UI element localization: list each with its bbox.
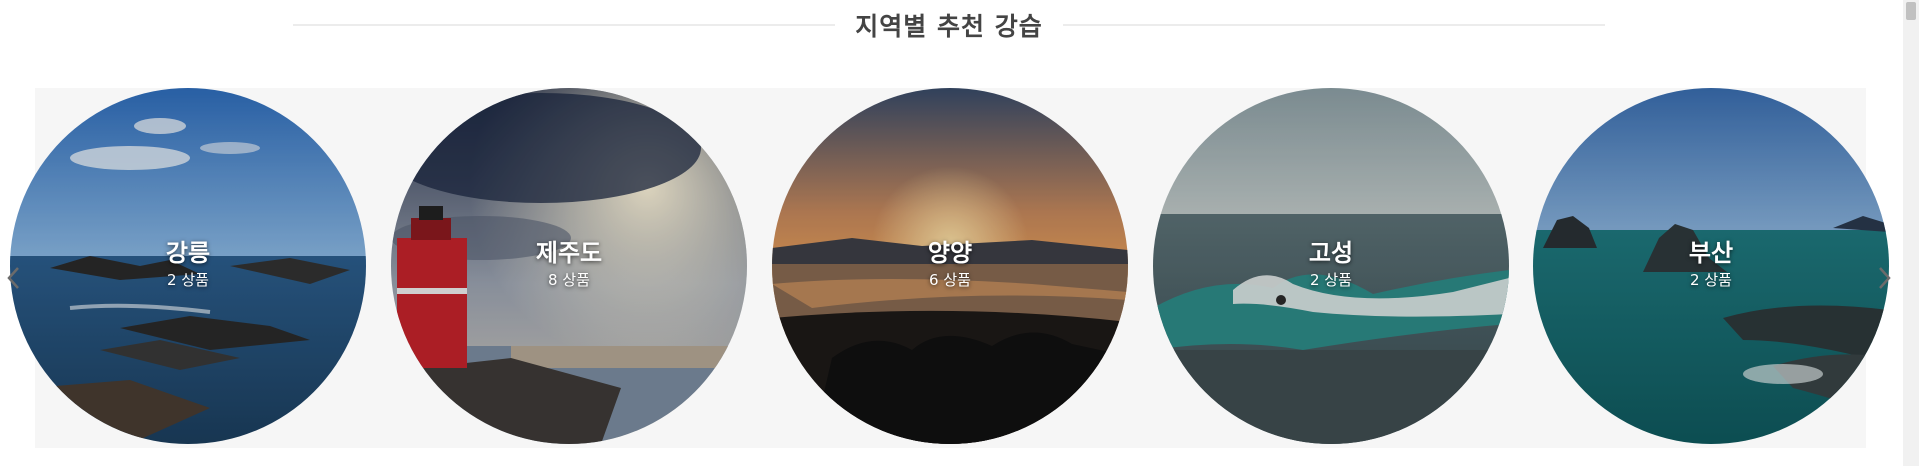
chevron-right-icon <box>1879 267 1891 289</box>
region-card-yangyang[interactable]: 양양 6 상품 <box>772 88 1128 444</box>
title-rule-left <box>293 24 836 26</box>
region-name: 고성 <box>1308 239 1354 267</box>
region-name: 제주도 <box>535 239 603 267</box>
section-title: 지역별 추천 강습 <box>855 12 1043 41</box>
region-name: 강릉 <box>165 239 211 267</box>
region-name: 양양 <box>927 239 973 267</box>
title-rule-right <box>1062 24 1606 26</box>
page-scrollbar[interactable] <box>1903 0 1919 466</box>
region-product-count: 2 상품 <box>1690 271 1732 289</box>
carousel-next-button[interactable] <box>1874 258 1896 298</box>
region-label: 고성 2 상품 <box>1153 238 1509 290</box>
region-card-goseong[interactable]: 고성 2 상품 <box>1153 88 1509 444</box>
region-product-count: 6 상품 <box>929 271 971 289</box>
region-product-count: 2 상품 <box>1310 271 1352 289</box>
carousel-prev-button[interactable] <box>2 258 24 298</box>
region-product-count: 8 상품 <box>548 271 590 289</box>
region-label: 양양 6 상품 <box>772 238 1128 290</box>
scrollbar-thumb[interactable] <box>1906 2 1916 20</box>
region-card-busan[interactable]: 부산 2 상품 <box>1533 88 1889 444</box>
chevron-left-icon <box>7 267 19 289</box>
region-carousel: 강릉 2 상품 제주도 8 상품 양양 6 상품 고성 2 상품 부산 2 상품 <box>0 88 1919 448</box>
region-product-count: 2 상품 <box>167 271 209 289</box>
region-card-jeju[interactable]: 제주도 8 상품 <box>391 88 747 444</box>
region-card-gangneung[interactable]: 강릉 2 상품 <box>10 88 366 444</box>
region-label: 부산 2 상품 <box>1533 238 1889 290</box>
region-label: 제주도 8 상품 <box>391 238 747 290</box>
section-header: 지역별 추천 강습 <box>293 6 1606 44</box>
region-name: 부산 <box>1688 239 1734 267</box>
region-label: 강릉 2 상품 <box>10 238 366 290</box>
